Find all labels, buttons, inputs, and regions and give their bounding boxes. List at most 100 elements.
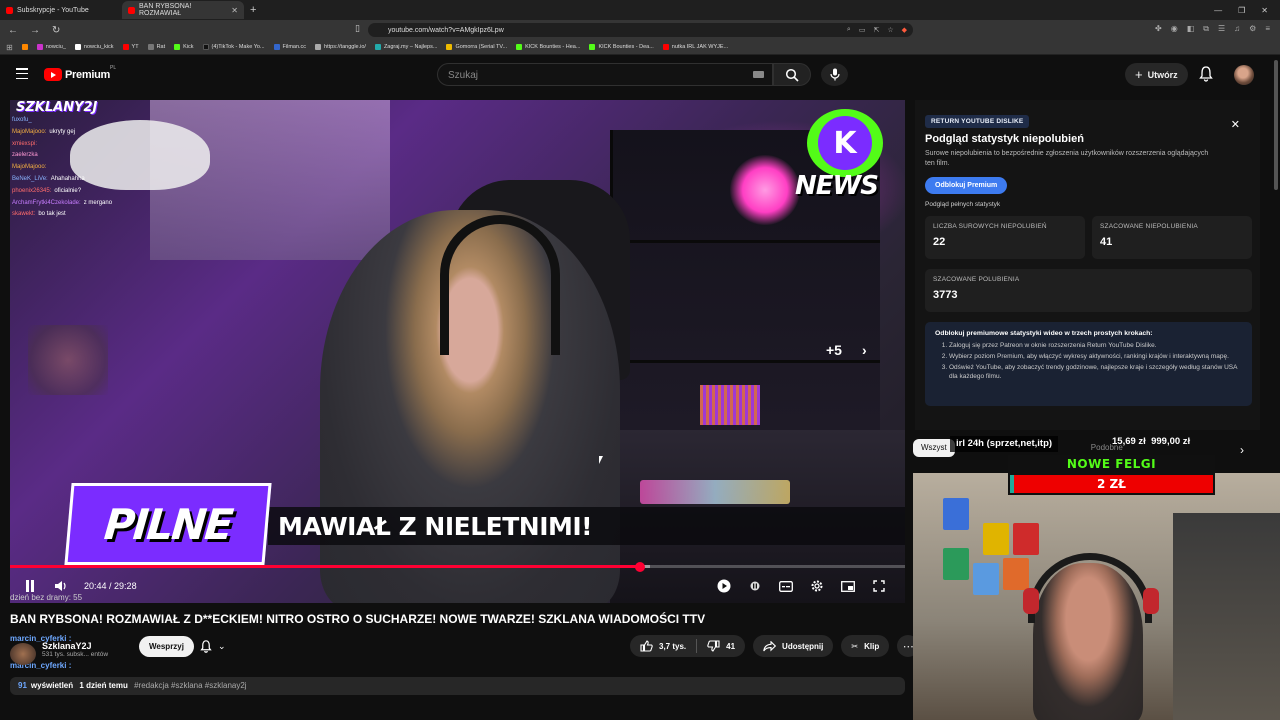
views-prefix: 91 <box>18 681 27 690</box>
headset <box>440 215 560 355</box>
new-tab-button[interactable]: + <box>250 4 256 16</box>
bookmark-item[interactable]: YT <box>122 44 139 50</box>
chat-row: fuxofu_ <box>12 117 32 123</box>
bell-icon <box>200 640 212 653</box>
settings-gear-icon[interactable] <box>807 576 827 596</box>
bookmark-item[interactable] <box>21 44 28 50</box>
create-button[interactable]: + Utwórz <box>1125 63 1188 86</box>
extension-icon[interactable]: ⧉ <box>1203 24 1209 34</box>
window-controls: — ❐ ✕ <box>1214 6 1280 15</box>
search-input[interactable]: Szukaj <box>437 63 773 86</box>
stat-raw-dislikes: LICZBA SUROWYCH NIEPOLUBIEŃ 22 <box>925 216 1085 259</box>
hamburger-menu-icon[interactable] <box>16 68 28 79</box>
promo-step: Odśwież YouTube, aby zobaczyć trendy god… <box>949 363 1242 381</box>
channel-avatar[interactable] <box>10 643 36 665</box>
felgi-title: NOWE FELGI <box>1066 457 1157 471</box>
like-button[interactable]: 3,7 tys. <box>630 635 696 657</box>
promo-title: Odblokuj premiumowe statystyki wideo w t… <box>935 330 1153 337</box>
extension-icon[interactable]: ◉ <box>1171 24 1178 34</box>
extension-icon[interactable]: ◧ <box>1187 24 1195 34</box>
chevron-right-icon[interactable]: › <box>862 342 867 358</box>
fullscreen-icon[interactable] <box>869 576 889 596</box>
seek-bar[interactable] <box>10 561 905 572</box>
description-box[interactable]: 91 wyświetleń 1 dzień temu #redakcja #szk… <box>10 677 905 695</box>
clip-button[interactable]: ✂ Klip <box>841 635 890 657</box>
bookmark-item[interactable]: KICK Bounties - Hea... <box>516 44 580 50</box>
account-avatar[interactable] <box>1234 65 1254 85</box>
keyboard-icon[interactable] <box>753 71 764 78</box>
chat-row: xmiexspi: <box>12 140 38 147</box>
url-field[interactable]: youtube.com/watch?v=AMgkIpz6Lpw ⌕ ▭ ⇱ ☆ … <box>368 23 913 37</box>
share-button[interactable]: Udostępnij <box>753 635 834 657</box>
extension-icon[interactable]: ✤ <box>1155 24 1162 34</box>
bookmark-item[interactable]: https://tangglе.io/ <box>315 44 366 50</box>
hashtags[interactable]: #redakcja #szklana #szklanay2j <box>134 681 247 690</box>
subtitles-icon[interactable] <box>776 576 796 596</box>
chevron-down-icon: ⌄ <box>218 641 226 651</box>
tab-subscriptions[interactable]: Subskrypcje - YouTube <box>0 1 122 19</box>
subscription-bell-button[interactable]: ⌄ <box>200 636 226 657</box>
dislike-count: 41 <box>726 641 736 651</box>
ryd-panel: RETURN YOUTUBE DISLIKE ✕ Podgląd statyst… <box>915 100 1260 430</box>
video-player[interactable]: SZKLANY2J fuxofu_ MajoMajooo: ukryty gej … <box>10 100 905 603</box>
back-icon[interactable]: ← <box>8 25 18 36</box>
bookmark-item[interactable]: (4)TikTok - Make Yo... <box>202 44 265 50</box>
page-scrollbar[interactable] <box>1274 60 1278 190</box>
pause-autoplay-icon[interactable] <box>745 576 765 596</box>
reload-icon[interactable]: ↻ <box>52 25 60 36</box>
chip-all[interactable]: Wszyst <box>913 439 955 457</box>
chat-row: BeNeK_LiVe: Ahahahahha <box>12 175 85 182</box>
cast-icon[interactable]: ▭ <box>859 26 866 34</box>
dislike-button[interactable]: 41 <box>697 635 745 657</box>
bookmark-star-icon[interactable]: ▯ <box>355 23 360 34</box>
time-current: 20:44 <box>84 581 107 591</box>
unlock-premium-button[interactable]: Odblokuj Premium <box>925 177 1008 194</box>
promo-step: Wybierz poziom Premium, aby włączyć wykr… <box>949 352 1242 361</box>
extensions-puzzle-icon[interactable]: ⚙ <box>1249 24 1256 34</box>
bookmark-item[interactable]: KICK Bounties - Dea... <box>589 44 654 50</box>
star-icon[interactable]: ☆ <box>887 26 893 34</box>
share-page-icon[interactable]: ⇱ <box>873 26 879 34</box>
minimize-icon[interactable]: — <box>1214 6 1222 15</box>
voice-search-button[interactable] <box>821 63 848 86</box>
tab-current-video[interactable]: BAN RYBSONA! ROZMAWIAŁ ✕ <box>122 1 244 19</box>
bookmark-item[interactable]: nutka IRL JAK WYJE... <box>662 44 728 50</box>
bookmark-item[interactable]: nowciu_kick <box>74 44 114 50</box>
full-stats-link[interactable]: Podgląd pełnych statystyk <box>925 201 1250 208</box>
close-icon[interactable]: ✕ <box>1231 118 1240 131</box>
like-count: 3,7 tys. <box>659 641 687 651</box>
maximize-icon[interactable]: ❐ <box>1238 6 1245 15</box>
ryd-subtitle: Surowe niepolubienia to bezpośrednie zgł… <box>925 150 1209 167</box>
logo-wordmark: Premium <box>65 68 110 81</box>
video-actions: 3,7 tys. 41 Udostępnij ✂ Klip ⋯ <box>630 635 920 657</box>
zoom-icon[interactable]: ⌕ <box>847 26 851 34</box>
autoplay-toggle-icon[interactable] <box>714 576 734 596</box>
close-window-icon[interactable]: ✕ <box>1261 6 1268 15</box>
chat-row: MajoMajooo: ukryty gej <box>12 128 76 135</box>
apps-grid-icon[interactable]: ⊞ <box>6 43 13 52</box>
bookmark-item[interactable]: nowciu_ <box>36 44 66 50</box>
notifications-bell-icon[interactable] <box>1199 66 1213 87</box>
music-icon[interactable]: ♫ <box>1234 24 1240 34</box>
more-videos-count[interactable]: +5 <box>826 342 842 358</box>
news-label: NEWS <box>795 171 879 201</box>
search-button[interactable] <box>773 63 811 86</box>
seek-handle[interactable] <box>634 561 645 572</box>
miniplayer-icon[interactable] <box>838 576 858 596</box>
bookmark-item[interactable]: Kick <box>174 44 194 50</box>
support-button[interactable]: Wesprzyj <box>139 636 194 657</box>
overlay-chat: SZKLANY2J fuxofu_ MajoMajooo: ukryty gej … <box>10 100 170 221</box>
close-tab-icon[interactable]: ✕ <box>231 6 238 15</box>
bookmark-item[interactable]: Filman.cc <box>273 44 306 50</box>
youtube-premium-logo[interactable]: Premium PL <box>44 65 116 81</box>
logo-region: PL <box>110 65 117 71</box>
bookmark-item[interactable]: Rat <box>147 44 165 50</box>
extension-icon[interactable]: ☰ <box>1218 24 1225 34</box>
chips-next-icon[interactable]: › <box>1240 443 1244 457</box>
menu-icon[interactable]: ≡ <box>1265 24 1270 34</box>
bookmark-item[interactable]: Gomorra (Serial TV... <box>446 44 507 50</box>
brave-shield-icon[interactable]: ◆ <box>902 26 907 34</box>
views-label: wyświetleń <box>30 681 74 690</box>
bookmark-item[interactable]: Zagraj.my – Najleps... <box>374 44 437 50</box>
forward-icon[interactable]: → <box>30 25 40 36</box>
